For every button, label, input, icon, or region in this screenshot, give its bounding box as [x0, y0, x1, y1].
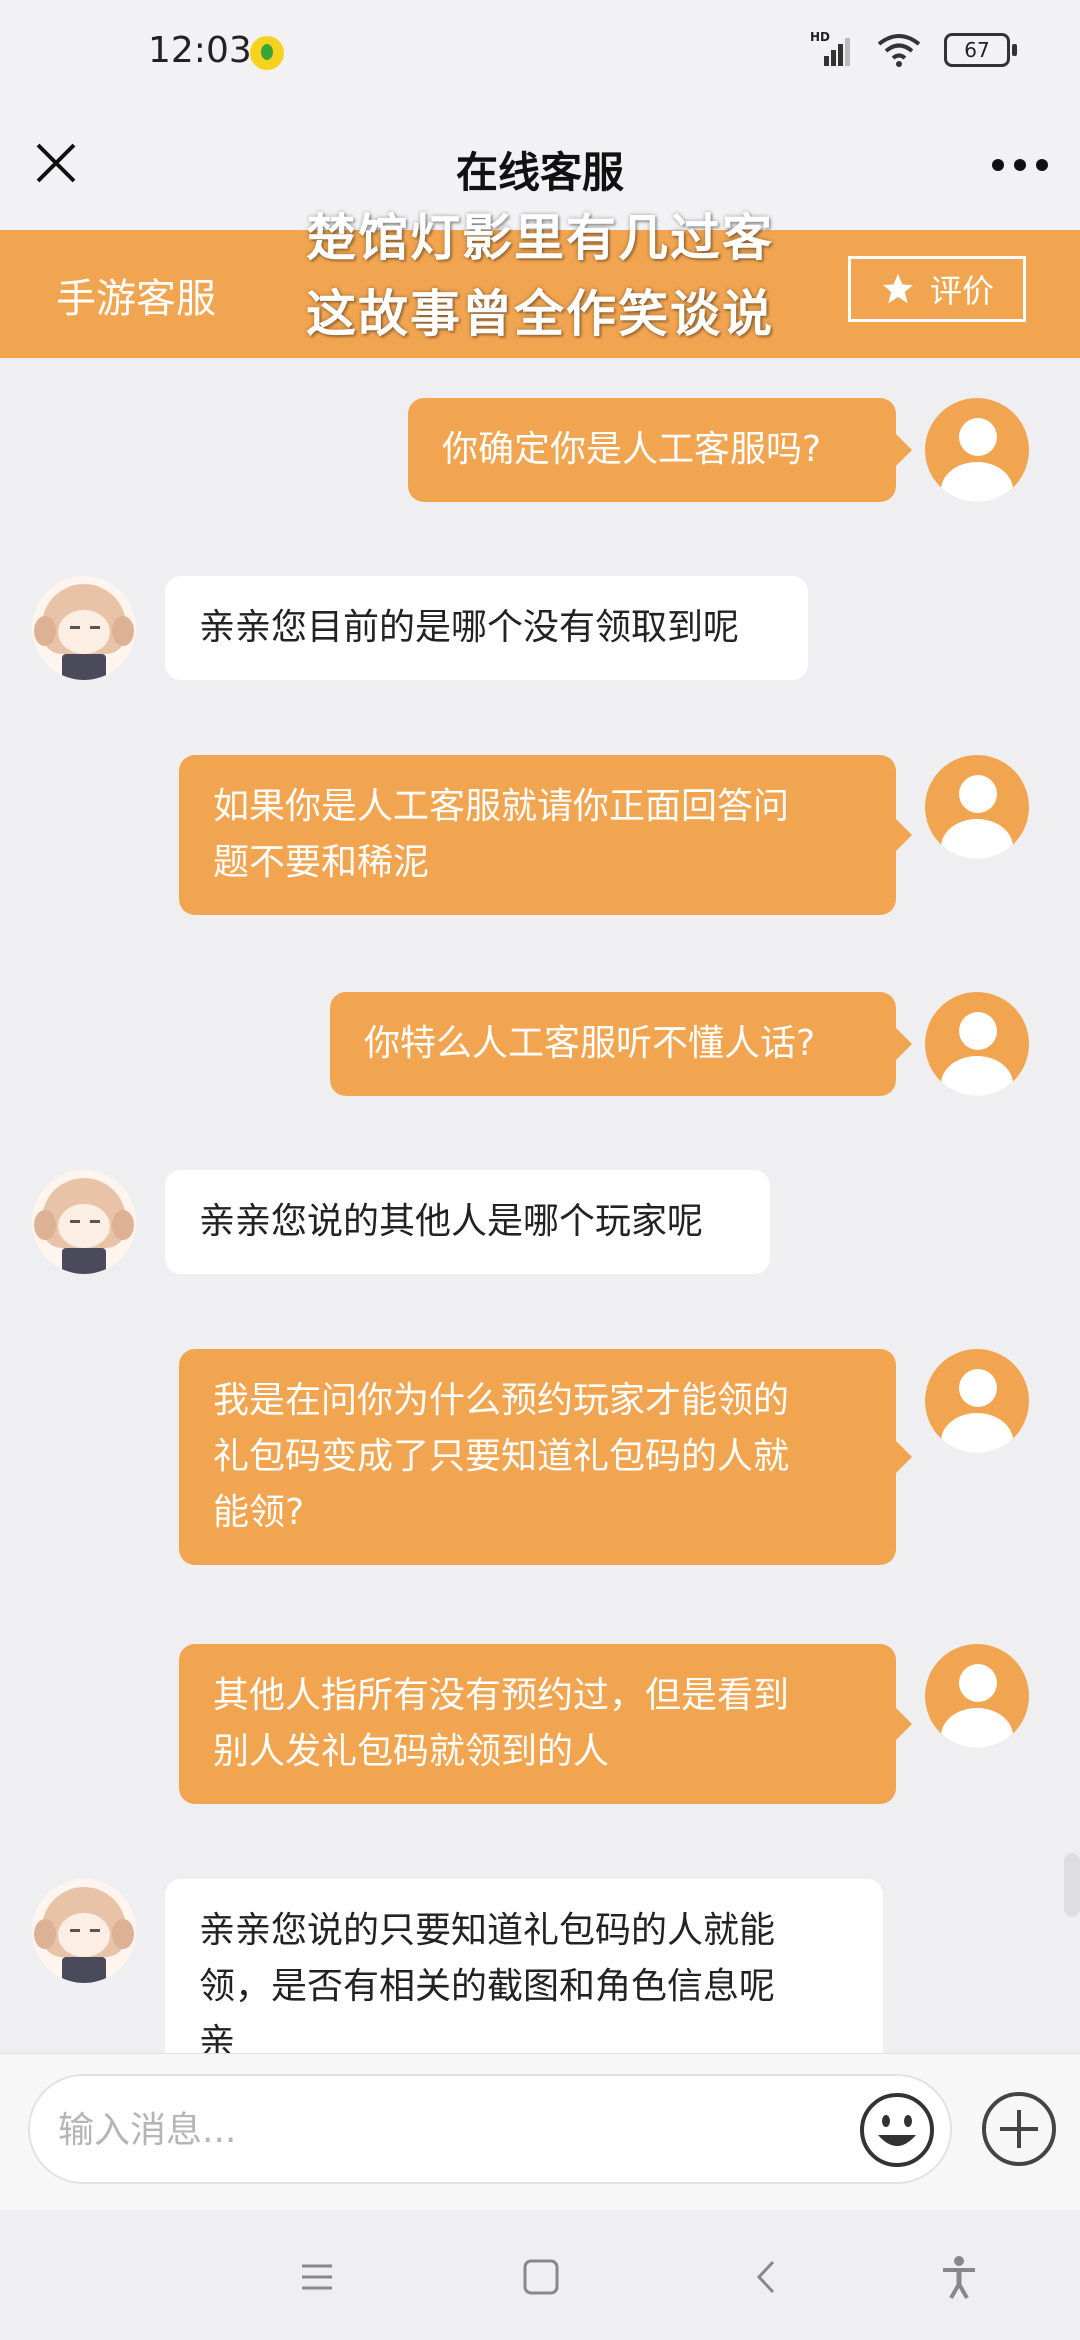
network-type: HD — [810, 30, 831, 44]
plus-button[interactable] — [980, 2090, 1058, 2168]
message-text: 如果你是人工客服就请你正面回答问 — [213, 786, 790, 827]
message-text: 其他人指所有没有预约过，但是看到 — [213, 1675, 790, 1716]
message-text: 别人发礼包码就领到的人 — [213, 1731, 610, 1772]
message-input-container — [28, 2074, 952, 2184]
home-button[interactable] — [516, 2252, 566, 2302]
caption-line-2: 这故事曾全作笑谈说 — [306, 285, 774, 343]
user-message: 如果你是人工客服就请你正面回答问 题不要和稀泥 — [179, 755, 912, 915]
accessibility-icon — [943, 2256, 975, 2299]
message-text: 题不要和稀泥 — [213, 842, 430, 883]
message-text: 你特么人工客服听不懂人话? — [364, 1023, 816, 1064]
agent-message: 亲亲您目前的是哪个没有领取到呢 — [165, 576, 808, 680]
user-avatar[interactable] — [925, 398, 1029, 502]
input-bar — [0, 2053, 1080, 2211]
emoji-icon — [860, 2093, 934, 2167]
back-icon — [756, 2260, 775, 2294]
user-message: 你确定你是人工客服吗? — [408, 398, 912, 502]
message-text: 领，是否有相关的截图和角色信息呢 — [199, 1966, 776, 2007]
more-button[interactable] — [992, 159, 1048, 173]
scrollbar-thumb[interactable] — [1064, 1853, 1080, 1917]
status-time: 12:03 — [148, 30, 252, 71]
agent-avatar[interactable] — [32, 576, 136, 680]
agent-message: 亲亲您说的只要知道礼包码的人就能 领，是否有相关的截图和角色信息呢 亲 — [165, 1879, 883, 2053]
user-avatar[interactable] — [925, 755, 1029, 859]
signal-icon: HD — [810, 30, 854, 70]
message-text: 亲 — [199, 2022, 236, 2053]
wifi-icon — [876, 32, 922, 68]
chat-list[interactable]: 你确定你是人工客服吗? 亲亲您目前的是哪个没有领取到呢 如果你是人工客服就请你正… — [0, 358, 1080, 2053]
message-text: 亲亲您目前的是哪个没有领取到呢 — [199, 607, 740, 648]
agent-message: 亲亲您说的其他人是哪个玩家呢 — [165, 1170, 770, 1274]
more-icon — [992, 159, 1004, 171]
navigation-bar — [0, 2210, 1080, 2340]
page-title: 在线客服 — [455, 148, 624, 197]
message-input[interactable] — [56, 2094, 860, 2166]
user-avatar[interactable] — [925, 1349, 1029, 1453]
battery-icon: 67 — [944, 33, 1017, 67]
caption-line-1: 楚馆灯影里有几过客 — [306, 209, 774, 267]
user-message: 你特么人工客服听不懂人话? — [330, 992, 912, 1096]
status-icons: HD 67 — [810, 30, 1017, 70]
message-text: 礼包码变成了只要知道礼包码的人就 — [213, 1436, 790, 1477]
message-text: 亲亲您说的只要知道礼包码的人就能 — [199, 1910, 776, 1951]
emoji-button[interactable] — [858, 2091, 936, 2169]
accessibility-button[interactable] — [934, 2252, 984, 2302]
plus-icon — [982, 2092, 1056, 2166]
menu-button[interactable] — [292, 2252, 342, 2302]
menu-icon — [302, 2264, 332, 2290]
user-message: 其他人指所有没有预约过，但是看到 别人发礼包码就领到的人 — [179, 1644, 912, 1804]
user-message: 我是在问你为什么预约玩家才能领的 礼包码变成了只要知道礼包码的人就 能领? — [179, 1349, 912, 1565]
message-text: 能领? — [213, 1492, 305, 1533]
user-avatar[interactable] — [925, 992, 1029, 1096]
message-text: 亲亲您说的其他人是哪个玩家呢 — [199, 1201, 704, 1242]
message-text: 你确定你是人工客服吗? — [442, 429, 822, 470]
status-bar: 12:03 HD 67 — [0, 0, 1080, 105]
agent-avatar[interactable] — [32, 1879, 136, 1983]
user-avatar[interactable] — [925, 1644, 1029, 1748]
back-button[interactable] — [742, 2252, 792, 2302]
message-text: 我是在问你为什么预约玩家才能领的 — [213, 1380, 790, 1421]
music-app-icon — [250, 36, 284, 70]
agent-avatar[interactable] — [32, 1170, 136, 1274]
home-icon — [523, 2259, 559, 2295]
